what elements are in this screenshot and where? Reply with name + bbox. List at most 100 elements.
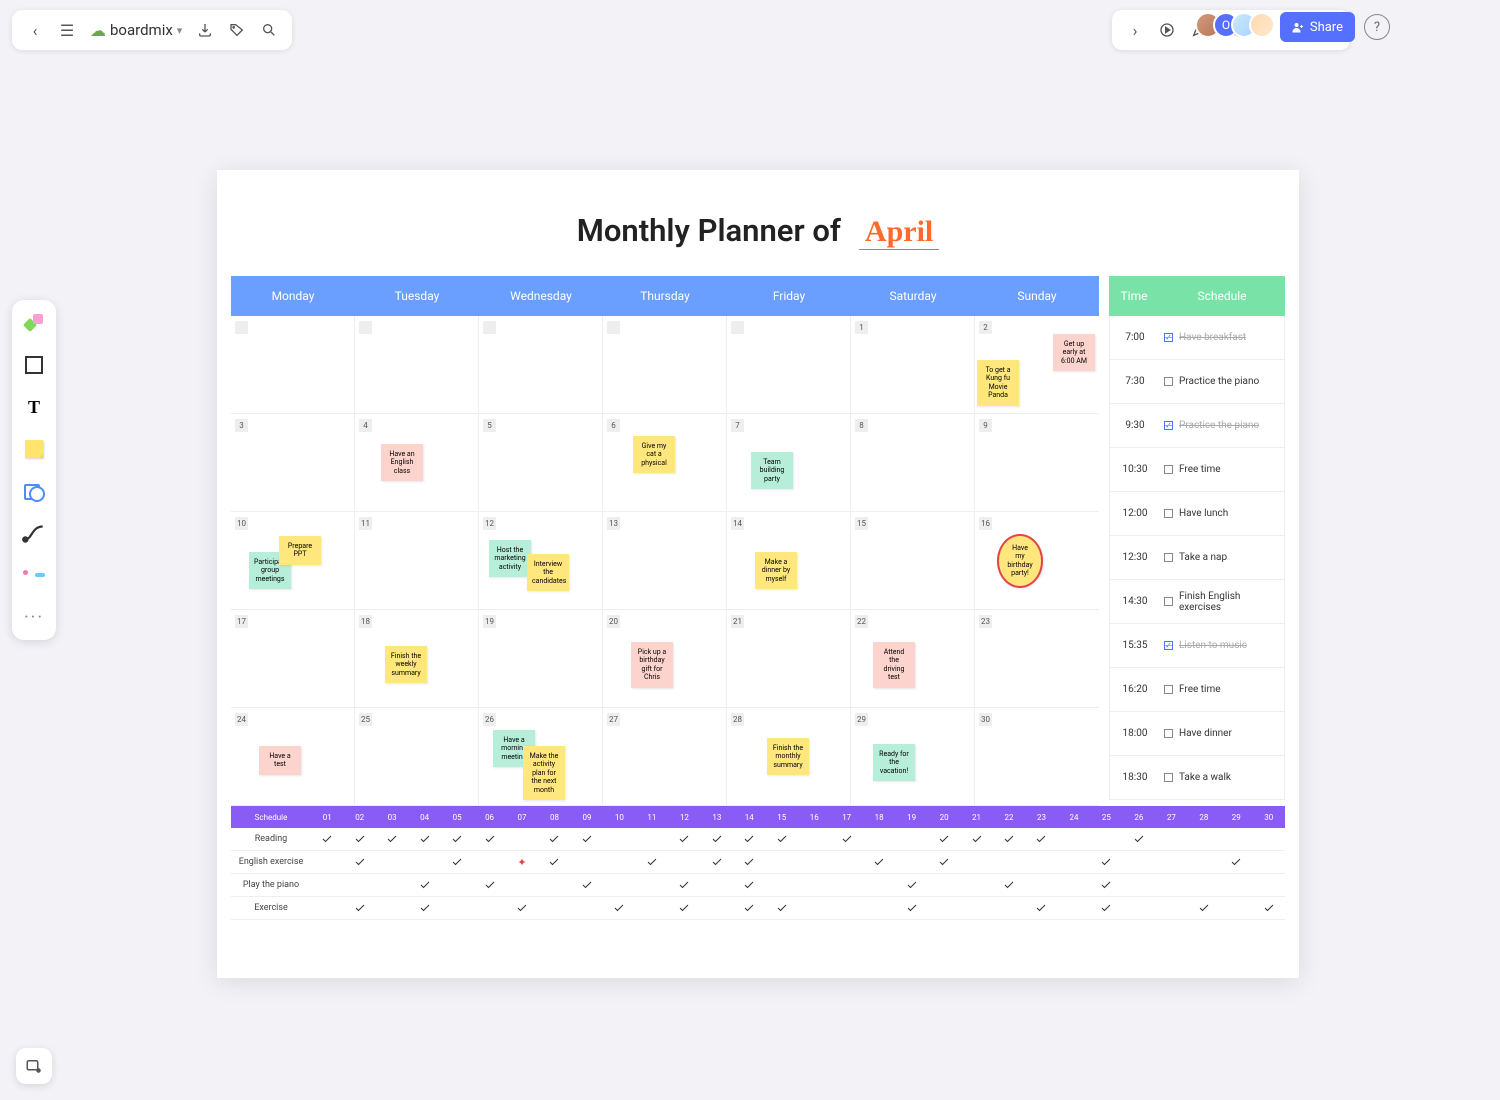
canvas[interactable]: Monthly Planner of April MondayTuesdayWe… [217, 170, 1299, 978]
tracker-cell[interactable] [571, 851, 603, 873]
schedule-item[interactable]: ✓Have breakfast [1160, 316, 1284, 359]
tracker-cell[interactable] [343, 851, 375, 873]
tracker-cell[interactable] [766, 828, 798, 850]
tracker-cell[interactable] [441, 851, 473, 873]
tracker-cell[interactable] [1253, 828, 1285, 850]
tracker-cell[interactable] [603, 874, 635, 896]
tracker-cell[interactable] [863, 828, 895, 850]
tracker-cell[interactable] [701, 874, 733, 896]
sticky-note[interactable]: Make a dinner by myself [755, 552, 797, 589]
calendar-cell[interactable]: 8 [851, 414, 975, 512]
calendar-cell[interactable]: 5 [479, 414, 603, 512]
tracker-cell[interactable] [733, 874, 765, 896]
tracker-cell[interactable] [668, 851, 700, 873]
tracker-cell[interactable] [408, 897, 440, 919]
mindmap-tool[interactable] [21, 562, 47, 588]
tracker-cell[interactable] [960, 874, 992, 896]
sticky-note[interactable]: Get up early at 6:00 AM [1053, 334, 1095, 371]
shapes-tool[interactable] [21, 310, 47, 336]
tracker-cell[interactable] [1253, 851, 1285, 873]
tracker-cell[interactable] [1188, 874, 1220, 896]
tracker-cell[interactable] [993, 828, 1025, 850]
tracker-cell[interactable] [636, 828, 668, 850]
sticky-note[interactable]: Attend the driving test [873, 642, 915, 688]
checkbox-icon[interactable]: ✓ [1164, 333, 1173, 342]
more-tools[interactable]: ··· [21, 604, 47, 630]
tracker-cell[interactable] [538, 851, 570, 873]
checkbox-icon[interactable] [1164, 553, 1173, 562]
tracker-cell[interactable] [766, 897, 798, 919]
tracker-cell[interactable] [1155, 897, 1187, 919]
checkbox-icon[interactable] [1164, 465, 1173, 474]
calendar-cell[interactable]: 22Attend the driving test [851, 610, 975, 708]
tracker-cell[interactable] [1253, 874, 1285, 896]
tracker-cell[interactable] [538, 897, 570, 919]
tracker-cell[interactable] [636, 897, 668, 919]
calendar-cell[interactable]: 17 [231, 610, 355, 708]
tracker-cell[interactable] [1058, 828, 1090, 850]
tracker-cell[interactable] [1058, 851, 1090, 873]
tracker-cell[interactable] [1123, 828, 1155, 850]
sticky-note[interactable]: Have an English class [381, 444, 423, 481]
help-button[interactable]: ? [1364, 14, 1390, 40]
checkbox-icon[interactable] [1164, 377, 1173, 386]
tracker-cell[interactable] [1058, 874, 1090, 896]
tracker-cell[interactable] [766, 851, 798, 873]
calendar-cell[interactable]: 25 [355, 708, 479, 806]
tracker-cell[interactable] [830, 851, 862, 873]
calendar-cell[interactable]: 13 [603, 512, 727, 610]
tracker-cell[interactable] [1188, 897, 1220, 919]
layers-button[interactable] [16, 1048, 52, 1084]
tracker-cell[interactable] [798, 851, 830, 873]
sticky-note[interactable]: Interview the candidates [527, 554, 569, 591]
tracker-cell[interactable] [863, 874, 895, 896]
schedule-item[interactable]: Free time [1160, 448, 1284, 491]
tracker-cell[interactable] [376, 828, 408, 850]
tracker-cell[interactable] [798, 828, 830, 850]
sticky-note[interactable]: Pick up a birthday gift for Chris [631, 642, 673, 688]
tracker-cell[interactable] [441, 897, 473, 919]
text-tool[interactable]: T [21, 394, 47, 420]
tracker-cell[interactable] [473, 897, 505, 919]
tracker-cell[interactable] [766, 874, 798, 896]
schedule-item[interactable]: Have dinner [1160, 712, 1284, 755]
tracker-cell[interactable] [473, 874, 505, 896]
tracker-cell[interactable] [960, 851, 992, 873]
tracker-cell[interactable] [798, 874, 830, 896]
tracker-cell[interactable] [1253, 897, 1285, 919]
tracker-cell[interactable] [895, 851, 927, 873]
tracker-cell[interactable] [733, 897, 765, 919]
sticky-note[interactable]: Prepare PPT [279, 536, 321, 565]
menu-button[interactable]: ☰ [52, 15, 82, 45]
tracker-cell[interactable] [668, 874, 700, 896]
tracker-cell[interactable] [928, 874, 960, 896]
calendar-cell[interactable] [727, 316, 851, 414]
calendar-cell[interactable]: 10Participate group meetingsPrepare PPT [231, 512, 355, 610]
sticky-note[interactable]: Make the activity plan for the next mont… [523, 746, 565, 800]
tracker-cell[interactable] [668, 828, 700, 850]
tracker-cell[interactable] [473, 828, 505, 850]
tracker-cell[interactable] [928, 897, 960, 919]
expand-icon[interactable]: › [1120, 15, 1150, 45]
sticky-note[interactable]: To get a Kung fu Movie Panda [977, 360, 1019, 406]
calendar-cell[interactable]: 1 [851, 316, 975, 414]
calendar-cell[interactable]: 24Have a test [231, 708, 355, 806]
tracker-cell[interactable] [1155, 874, 1187, 896]
tracker-cell[interactable] [895, 874, 927, 896]
calendar-cell[interactable]: 6Give my cat a physical [603, 414, 727, 512]
schedule-item[interactable]: Take a nap [1160, 536, 1284, 579]
back-button[interactable]: ‹ [20, 15, 50, 45]
tracker-cell[interactable] [1220, 874, 1252, 896]
play-icon[interactable] [1152, 15, 1182, 45]
tracker-cell[interactable] [928, 828, 960, 850]
tracker-cell[interactable] [928, 851, 960, 873]
tracker-cell[interactable] [538, 828, 570, 850]
tracker-cell[interactable] [311, 851, 343, 873]
frame-tool[interactable] [21, 352, 47, 378]
tracker-cell[interactable] [895, 897, 927, 919]
tracker-cell[interactable] [603, 828, 635, 850]
tracker-cell[interactable] [571, 874, 603, 896]
calendar-cell[interactable]: 30 [975, 708, 1099, 806]
tracker-cell[interactable] [1220, 851, 1252, 873]
calendar-cell[interactable] [231, 316, 355, 414]
